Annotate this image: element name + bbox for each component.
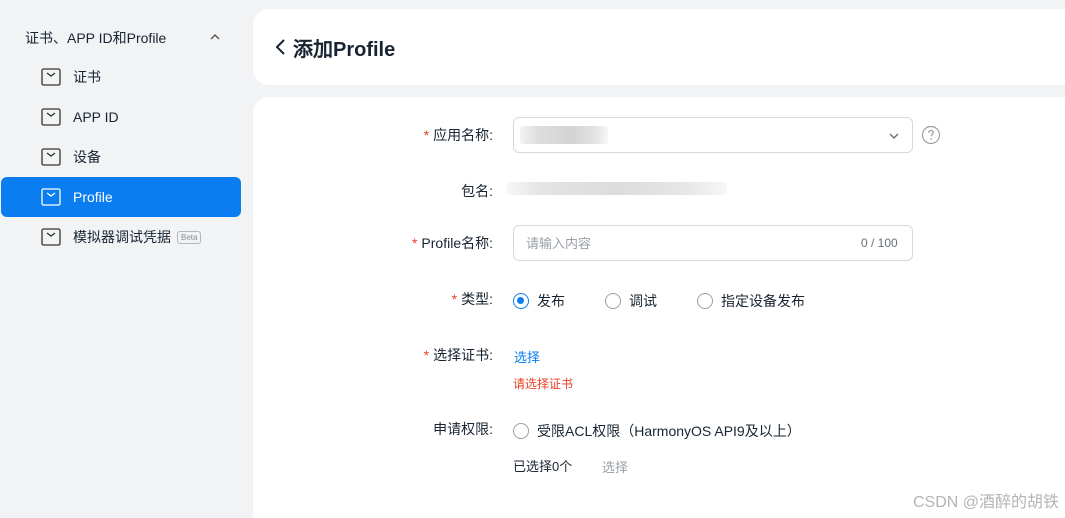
sidebar-item-label: APP ID (73, 109, 119, 125)
sidebar-item-label: 设备 (73, 149, 101, 165)
document-icon (41, 108, 61, 126)
acl-permission-option[interactable]: 受限ACL权限（HarmonyOS API9及以上） (513, 421, 801, 441)
permissions-label: 申请权限: (433, 421, 493, 437)
beta-badge: Beta (177, 230, 202, 244)
package-label: 包名: (461, 183, 493, 199)
sidebar-item-label: 模拟器调试凭据 (73, 229, 171, 245)
required-mark: * (423, 347, 430, 363)
sidebar-item-label: 证书 (73, 69, 101, 85)
document-icon (41, 148, 61, 166)
sidebar: 证书、APP ID和Profile 证书 APP ID 设备 Profile 模… (0, 0, 248, 518)
watermark: CSDN @酒醉的胡铁 (912, 494, 1059, 511)
type-option-release[interactable]: 发布 (513, 291, 565, 311)
sidebar-group-header[interactable]: 证书、APP ID和Profile (0, 18, 241, 58)
radio-icon (697, 293, 713, 309)
type-option-device-release[interactable]: 指定设备发布 (697, 291, 805, 311)
sidebar-item-certificates[interactable]: 证书 (1, 57, 241, 97)
profile-name-input[interactable] (513, 225, 913, 261)
type-label: * 类型: (451, 291, 493, 307)
sidebar-item-devices[interactable]: 设备 (1, 137, 241, 177)
app-name-select[interactable] (513, 117, 913, 153)
character-counter: 0 / 100 (861, 236, 898, 250)
chevron-up-icon (210, 34, 220, 40)
profile-name-label: * Profile名称: (411, 235, 493, 251)
select-permissions-link[interactable]: 选择 (602, 457, 628, 476)
redacted-app-name (520, 126, 608, 144)
certificate-error: 请选择证书 (513, 377, 574, 391)
select-certificate-link[interactable]: 选择 (514, 347, 540, 366)
sidebar-item-profile[interactable]: Profile (1, 177, 241, 217)
page-title: 添加Profile (293, 38, 396, 61)
type-option-debug[interactable]: 调试 (605, 291, 657, 311)
document-icon (41, 68, 61, 86)
sidebar-item-emulator-credentials[interactable]: 模拟器调试凭据 Beta (1, 217, 241, 257)
help-icon[interactable] (921, 125, 941, 145)
app-name-label: * 应用名称: (423, 127, 493, 143)
required-mark: * (451, 291, 458, 307)
document-icon (41, 228, 61, 246)
redacted-package-name (507, 182, 727, 195)
page-header: 添加Profile (253, 9, 1065, 85)
required-mark: * (423, 127, 430, 143)
sidebar-group-label: 证书、APP ID和Profile (25, 30, 167, 46)
radio-checked-icon (513, 293, 529, 309)
radio-icon (513, 423, 529, 439)
radio-icon (605, 293, 621, 309)
certificate-label: * 选择证书: (423, 347, 493, 363)
sidebar-item-app-id[interactable]: APP ID (1, 97, 241, 137)
chevron-down-icon (889, 133, 899, 139)
selected-count: 已选择0个 (513, 459, 573, 474)
back-arrow-icon[interactable] (273, 37, 289, 57)
required-mark: * (411, 235, 418, 251)
sidebar-item-label: Profile (73, 189, 113, 205)
document-icon (41, 188, 61, 206)
profile-form: *应用名称: 包名: *Profile名称: 0 / 100 *类型: 发布 调… (253, 97, 1065, 518)
